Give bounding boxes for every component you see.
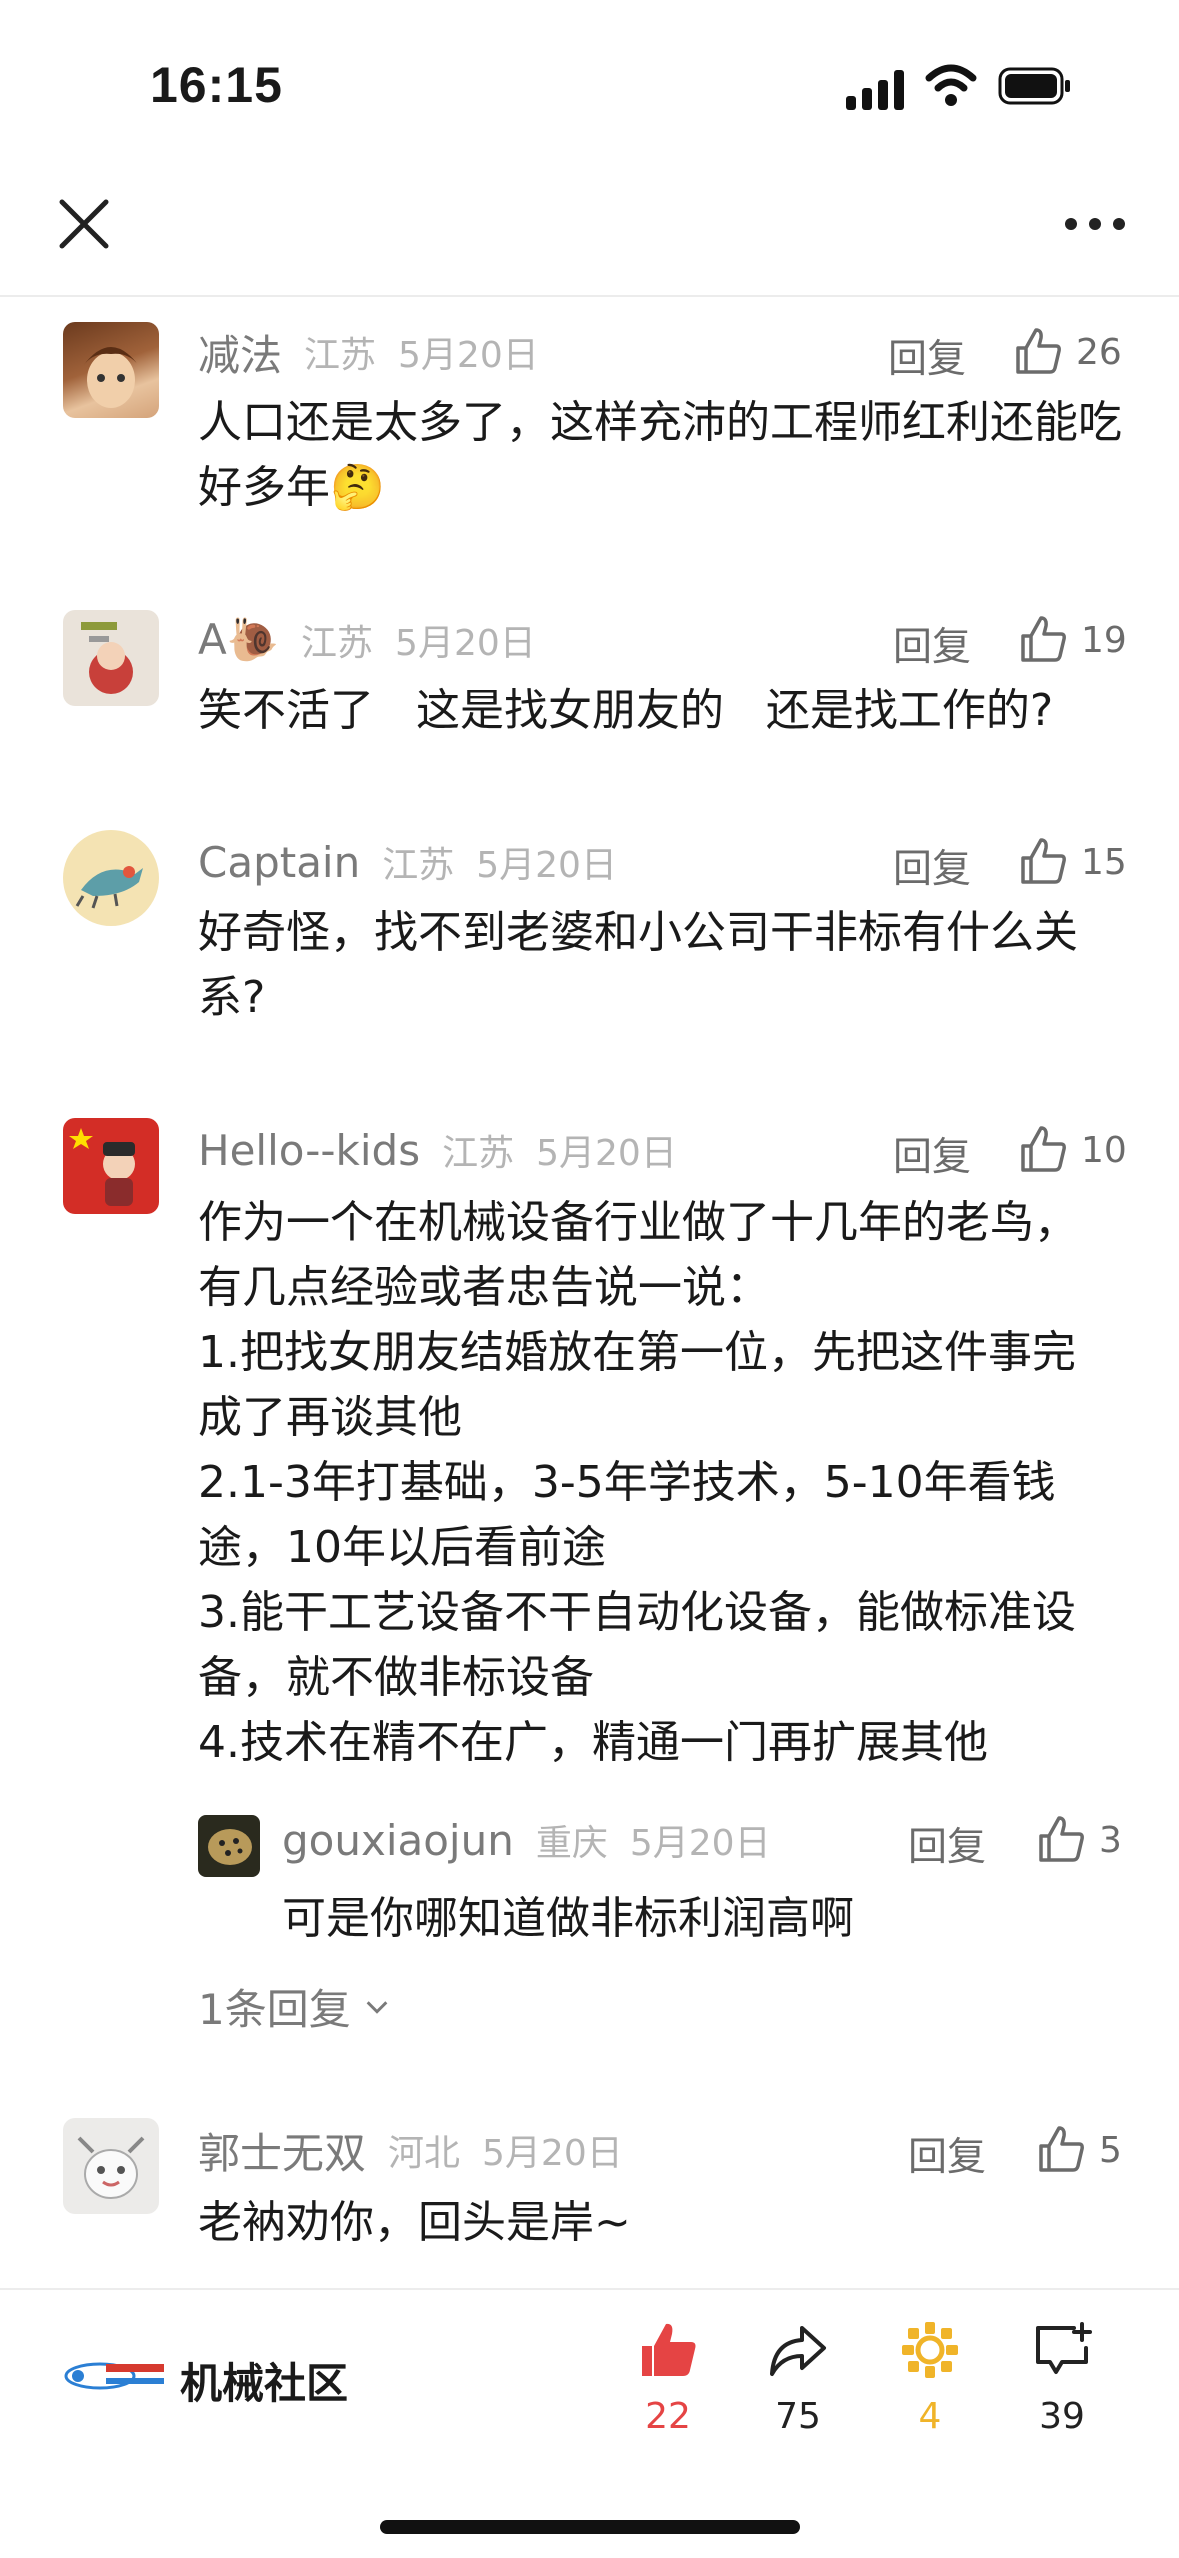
battery-icon: [998, 67, 1070, 105]
comment-region: 江苏: [304, 335, 377, 376]
like-count: 10: [1081, 1129, 1127, 1171]
like-count: 15: [1081, 841, 1127, 883]
thumbs-up-icon: [1021, 1126, 1066, 1172]
thumbs-up-icon: [1039, 2126, 1084, 2172]
comment-date: 5月20日: [476, 845, 617, 886]
brand-name[interactable]: 机械社区: [180, 2350, 348, 2411]
comment-text: 好奇怪，找不到老婆和小公司干非标有什么关系?: [198, 907, 1078, 1023]
reply-button[interactable]: 回复: [908, 1816, 986, 1872]
avatar[interactable]: [198, 1815, 260, 1877]
share-count: 75: [775, 2396, 821, 2437]
coin-icon: [902, 2322, 958, 2378]
avatar[interactable]: [63, 610, 159, 706]
comment-button[interactable]: 39: [1002, 2318, 1122, 2437]
close-icon[interactable]: [58, 198, 110, 250]
coin-button[interactable]: 4: [870, 2318, 990, 2437]
comment-author[interactable]: 郭士无双: [198, 2120, 366, 2181]
like-button[interactable]: 3: [1035, 1814, 1122, 1866]
thumbs-up-icon: [1021, 616, 1066, 662]
comment-author[interactable]: A🐌: [198, 615, 279, 665]
avatar[interactable]: [63, 1118, 159, 1214]
comment-author[interactable]: 减法: [198, 322, 282, 383]
cellular-signal-icon: [846, 68, 908, 110]
status-time: 16:15: [150, 57, 283, 113]
reply-button[interactable]: 回复: [908, 2126, 986, 2182]
like-button[interactable]: 5: [1035, 2124, 1122, 2176]
status-bar: 16:15: [0, 0, 1179, 150]
thumbs-up-filled-icon: [642, 2323, 696, 2376]
coin-count: 4: [918, 2396, 942, 2437]
comment-date: 5月20日: [398, 335, 539, 376]
avatar[interactable]: [63, 2118, 159, 2214]
like-button[interactable]: 10: [1017, 1124, 1127, 1176]
expand-replies-label: 1条回复: [198, 1985, 351, 2034]
reply-author[interactable]: gouxiaojun: [282, 1816, 514, 1865]
like-count: 22: [645, 2396, 691, 2437]
comment-region: 江苏: [442, 1133, 515, 1174]
comment-region: 江苏: [301, 623, 374, 664]
home-indicator[interactable]: [380, 2520, 800, 2534]
reply-button[interactable]: 回复: [893, 1126, 971, 1182]
like-button[interactable]: 19: [1017, 614, 1127, 666]
reply-button[interactable]: 回复: [888, 328, 966, 384]
comment-region: 江苏: [382, 845, 455, 886]
comment-author[interactable]: Captain: [198, 838, 360, 887]
nav-bar: [0, 150, 1179, 297]
thumbs-up-icon: [1016, 328, 1061, 374]
chevron-down-icon: [366, 2000, 388, 2014]
thumbs-up-icon: [1039, 1816, 1084, 1862]
brand-logo[interactable]: [60, 2352, 172, 2398]
like-count: 19: [1081, 619, 1127, 661]
comment-author[interactable]: Hello--kids: [198, 1126, 420, 1175]
reply-text: 可是你哪知道做非标利润高啊: [282, 1893, 854, 1944]
like-count: 3: [1099, 1819, 1122, 1861]
like-button[interactable]: 15: [1017, 836, 1127, 888]
comment-add-icon: [1036, 2322, 1092, 2374]
like-action-button[interactable]: 22: [608, 2318, 728, 2437]
avatar[interactable]: [63, 322, 159, 418]
reply-date: 5月20日: [629, 1823, 771, 1864]
avatar[interactable]: [63, 830, 159, 926]
reply-button[interactable]: 回复: [893, 616, 971, 672]
like-count: 26: [1076, 331, 1122, 373]
comment-date: 5月20日: [395, 623, 536, 664]
wifi-icon: [925, 64, 977, 106]
thumbs-up-icon: [1021, 838, 1066, 884]
share-icon: [770, 2326, 826, 2376]
comment-date: 5月20日: [482, 2133, 623, 2174]
like-button[interactable]: 26: [1012, 326, 1122, 378]
more-options-icon[interactable]: [1065, 218, 1125, 232]
comment-text: 老衲劝你，回头是岸~: [198, 2197, 631, 2248]
expand-replies-button[interactable]: 1条回复: [198, 1976, 391, 2037]
comment-count: 39: [1039, 2396, 1085, 2437]
comment-text: 笑不活了 这是找女朋友的 还是找工作的?: [198, 685, 1054, 736]
share-button[interactable]: 75: [738, 2318, 858, 2437]
reply-button[interactable]: 回复: [893, 838, 971, 894]
like-count: 5: [1099, 2129, 1122, 2171]
comment-text: 人口还是太多了，这样充沛的工程师红利还能吃好多年🤔: [198, 397, 1122, 513]
comment-region: 河北: [388, 2133, 461, 2174]
comment-text: 作为一个在机械设备行业做了十几年的老鸟，有几点经验或者忠告说一说： 1.把找女朋…: [198, 1197, 1078, 1768]
reply-region: 重庆: [535, 1823, 608, 1864]
comment-date: 5月20日: [536, 1133, 677, 1174]
